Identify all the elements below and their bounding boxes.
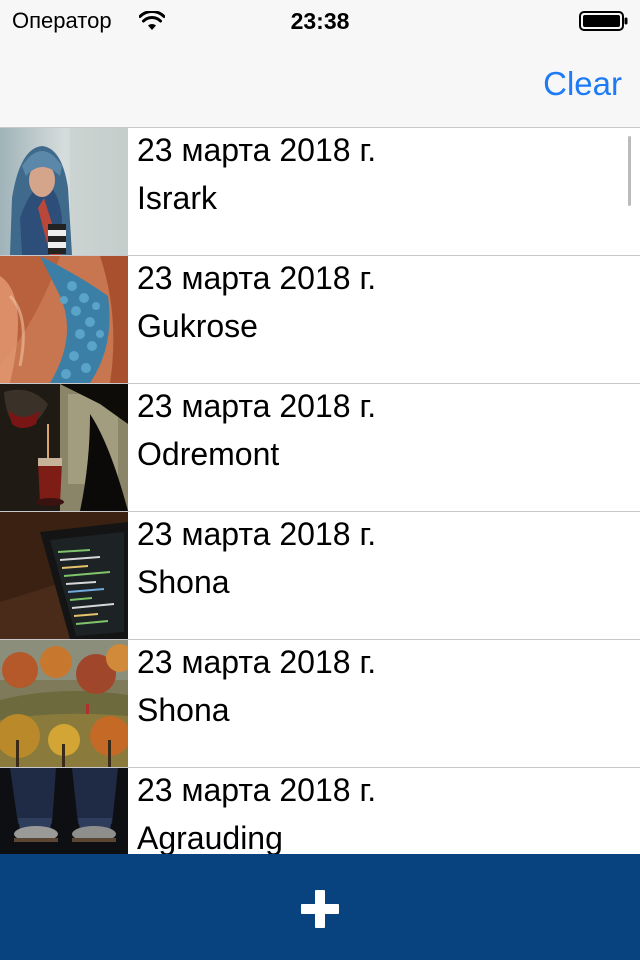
scroll-indicator[interactable] — [628, 136, 631, 206]
item-name: Gukrose — [137, 308, 258, 344]
woman-in-headscarf-photo — [0, 128, 128, 255]
list-item[interactable]: 23 марта 2018 г. Agrauding — [0, 768, 640, 854]
plus-icon[interactable] — [301, 890, 339, 928]
list-item[interactable]: 23 марта 2018 г. Isrark — [0, 128, 640, 256]
list-item[interactable]: 23 марта 2018 г. Odremont — [0, 384, 640, 512]
status-clock: 23:38 — [290, 8, 350, 34]
item-name: Shona — [137, 692, 230, 728]
entries-list[interactable]: 23 марта 2018 г. Isrark 23 марта 2018 г.… — [0, 128, 640, 854]
item-name: Shona — [137, 564, 230, 600]
item-date: 23 марта 2018 г. — [137, 388, 377, 424]
jeans-and-shoes-photo — [0, 768, 128, 854]
laptop-code-photo — [0, 512, 128, 639]
item-date: 23 марта 2018 г. — [137, 644, 377, 680]
fabric-with-blue-beads-photo — [0, 256, 128, 383]
list-item[interactable]: 23 марта 2018 г. Shona — [0, 640, 640, 768]
list-item[interactable]: 23 марта 2018 г. Gukrose — [0, 256, 640, 384]
pouring-tea-photo — [0, 384, 128, 511]
status-bar: Оператор 23:38 — [0, 0, 640, 40]
navigation-bar: Clear — [0, 40, 640, 128]
autumn-trees-photo — [0, 640, 128, 767]
item-name: Odremont — [137, 436, 280, 472]
item-date: 23 марта 2018 г. — [137, 772, 377, 808]
list-item[interactable]: 23 марта 2018 г. Shona — [0, 512, 640, 640]
item-date: 23 марта 2018 г. — [137, 132, 377, 168]
clear-button[interactable]: Clear — [543, 64, 622, 104]
item-date: 23 марта 2018 г. — [137, 260, 377, 296]
item-name: Agrauding — [137, 820, 283, 854]
item-date: 23 марта 2018 г. — [137, 516, 377, 552]
battery-icon — [579, 11, 628, 31]
app-screen: Оператор 23:38 Clear 23 марта 2018 г. Is… — [0, 0, 640, 960]
item-name: Isrark — [137, 180, 217, 216]
